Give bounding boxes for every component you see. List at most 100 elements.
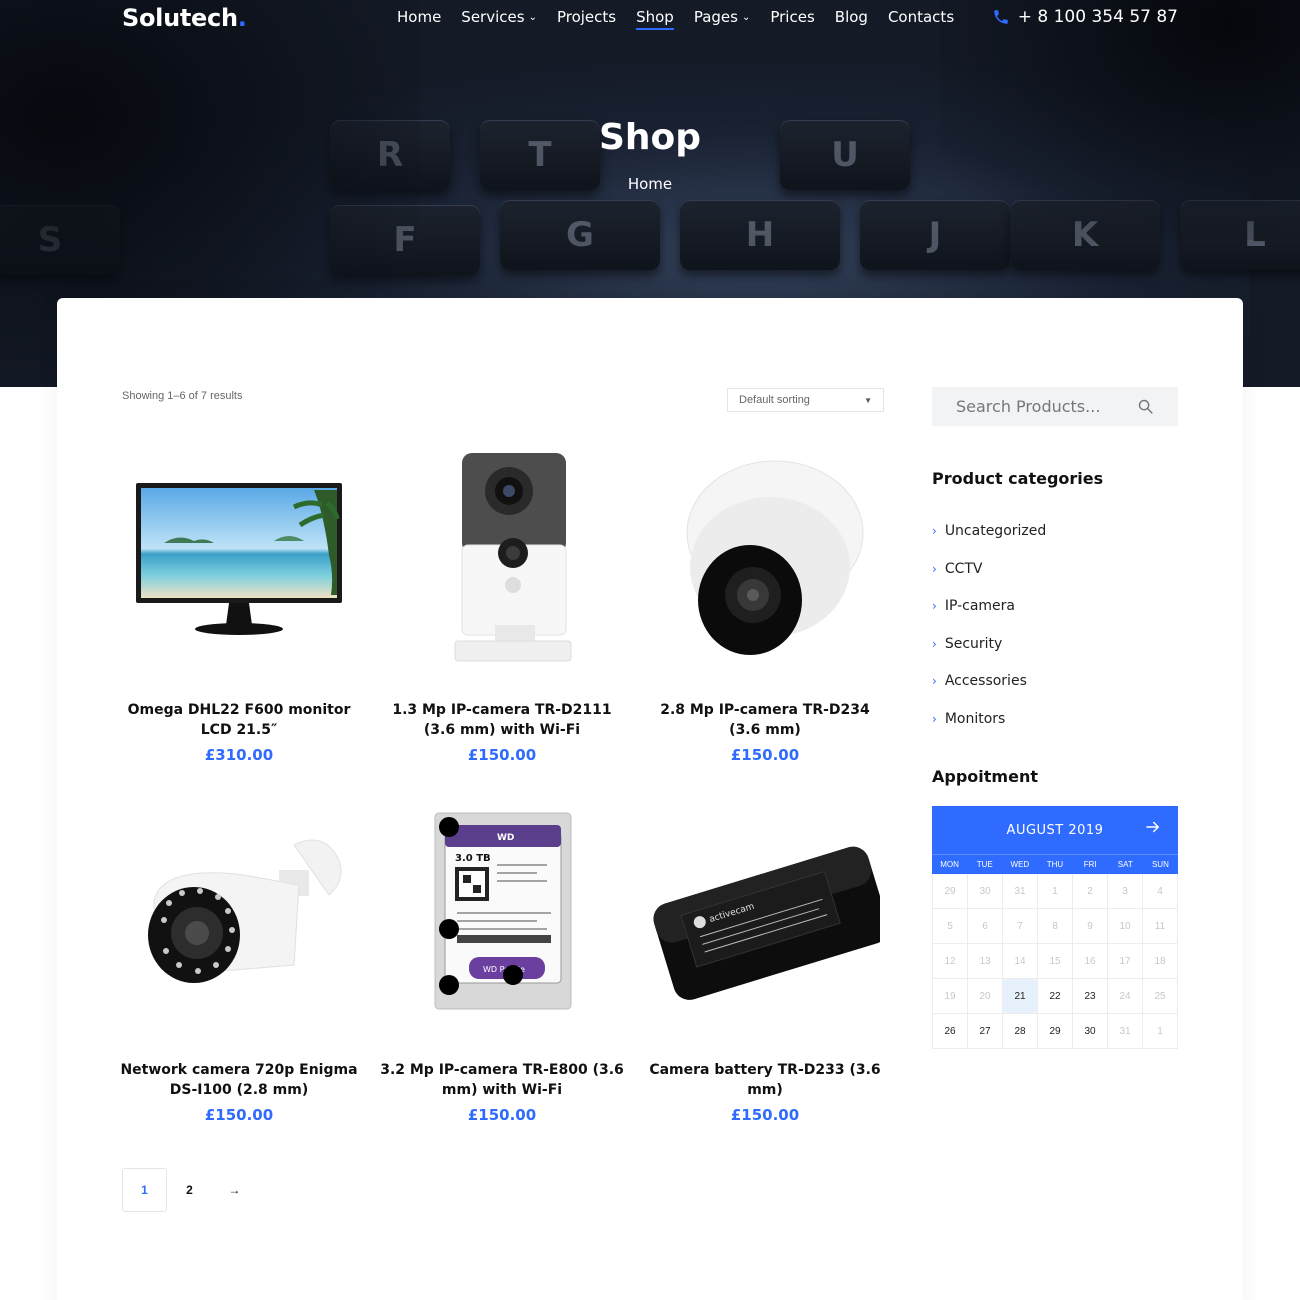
categories-heading: Product categories bbox=[932, 469, 1104, 488]
product-name[interactable]: 1.3 Mp IP-camera TR-D2111 (3.6 mm) with … bbox=[370, 700, 634, 740]
chevron-right-icon: › bbox=[932, 524, 937, 538]
chevron-right-icon: › bbox=[932, 636, 937, 651]
nav-services[interactable]: Services ⌄ bbox=[461, 8, 537, 30]
calendar-day: 29 bbox=[933, 874, 968, 909]
nav-label: Blog bbox=[834, 8, 868, 26]
nav-label: Prices bbox=[770, 8, 815, 26]
product-name[interactable]: 2.8 Mp IP-camera TR-D234 (3.6 mm) bbox=[633, 700, 897, 740]
phone-contact[interactable]: + 8 100 354 57 87 bbox=[992, 7, 1178, 27]
sort-select-value: Default sorting bbox=[739, 394, 810, 406]
product-search[interactable]: Search Products... bbox=[932, 387, 1178, 426]
chevron-right-icon: › bbox=[932, 561, 937, 576]
category-label: IP-camera bbox=[944, 598, 1015, 615]
product-card[interactable]: 2.8 Mp IP-camera TR-D234 (3.6 mm) £150.00 bbox=[633, 445, 897, 764]
product-price: £150.00 bbox=[730, 1106, 800, 1124]
calendar-day: 2 bbox=[1073, 874, 1108, 909]
calendar-day[interactable]: 26 bbox=[933, 1014, 968, 1049]
category-item-accessories[interactable]: › Accessories bbox=[932, 662, 1046, 700]
calendar-day: 31 bbox=[1003, 874, 1038, 909]
calendar-day: 6 bbox=[968, 909, 1003, 944]
calendar-day: 12 bbox=[933, 944, 968, 979]
calendar-day[interactable]: 28 bbox=[1003, 1014, 1038, 1049]
nav-shop[interactable]: Shop bbox=[636, 8, 674, 30]
calendar-day-today[interactable]: 21 bbox=[1003, 979, 1038, 1014]
sort-select[interactable]: Default sorting ▼ bbox=[727, 388, 884, 412]
calendar-month: AUGUST 2019 bbox=[1006, 822, 1104, 838]
search-input[interactable]: Search Products... bbox=[956, 397, 1100, 416]
pagination: 1 2 → bbox=[122, 1168, 257, 1212]
category-item-monitors[interactable]: › Monitors bbox=[932, 700, 1046, 738]
category-item-uncategorized[interactable]: › Uncategorized bbox=[932, 512, 1046, 550]
calendar-day: 5 bbox=[933, 909, 968, 944]
product-image-cube-camera[interactable] bbox=[370, 445, 634, 675]
calendar-day: 25 bbox=[1143, 979, 1178, 1014]
calendar-day: 4 bbox=[1143, 874, 1178, 909]
product-price: £310.00 bbox=[204, 746, 274, 764]
chevron-right-icon: › bbox=[932, 712, 937, 727]
calendar-day: 24 bbox=[1108, 979, 1143, 1014]
nav-projects[interactable]: Projects bbox=[557, 8, 616, 30]
product-name[interactable]: Omega DHL22 F600 monitor LCD 21.5″ bbox=[107, 700, 371, 740]
calendar-day: 8 bbox=[1038, 909, 1073, 944]
nav-home[interactable]: Home bbox=[397, 8, 441, 30]
page-title: Shop bbox=[598, 117, 702, 158]
dropdown-arrow-icon: ▼ bbox=[864, 395, 872, 405]
nav-prices[interactable]: Prices bbox=[770, 8, 814, 30]
category-label: Uncategorized bbox=[944, 523, 1047, 539]
search-icon[interactable] bbox=[1137, 398, 1154, 415]
calendar-day[interactable]: 29 bbox=[1038, 1014, 1073, 1049]
keyboard-key: H bbox=[680, 200, 840, 270]
product-name[interactable]: Network camera 720p Enigma DS-I100 (2.8 … bbox=[107, 1060, 371, 1100]
pagination-next-arrow-icon[interactable]: → bbox=[212, 1168, 257, 1212]
site-logo[interactable]: Solutech. bbox=[122, 4, 247, 32]
weekday-label: MON bbox=[940, 860, 959, 869]
calendar-day: 30 bbox=[968, 874, 1003, 909]
calendar-heading: Appoitment bbox=[932, 767, 1038, 786]
calendar-day[interactable]: 27 bbox=[968, 1014, 1003, 1049]
next-month-arrow-icon[interactable] bbox=[1144, 818, 1162, 836]
chevron-right-icon: › bbox=[932, 674, 937, 689]
product-card[interactable]: Network camera 720p Enigma DS-I100 (2.8 … bbox=[107, 805, 371, 1124]
product-card[interactable]: activecam Camera battery TR-D233 (3.6 mm… bbox=[633, 805, 897, 1124]
calendar-day[interactable]: 30 bbox=[1073, 1014, 1108, 1049]
nav-label: Home bbox=[397, 8, 442, 26]
pagination-page-1[interactable]: 1 bbox=[122, 1168, 167, 1212]
category-item-ip-camera[interactable]: › IP-camera bbox=[932, 587, 1046, 625]
calendar-day: 10 bbox=[1108, 909, 1143, 944]
product-card[interactable]: WD 3.0 TB WD Purple 3.2 Mp IP-camera TR-… bbox=[370, 805, 634, 1124]
product-image-hard-drive[interactable]: WD 3.0 TB WD Purple bbox=[370, 805, 634, 1035]
calendar-day[interactable]: 23 bbox=[1073, 979, 1108, 1014]
appointment-calendar: AUGUST 2019 MON TUE WED THU FRI SAT SUN 29 30 31… bbox=[932, 806, 1178, 1049]
product-price: £150.00 bbox=[204, 1106, 274, 1124]
product-image-power-adapter[interactable]: activecam bbox=[633, 805, 897, 1035]
product-image-monitor[interactable] bbox=[107, 445, 371, 675]
category-item-cctv[interactable]: › CCTV bbox=[932, 550, 1046, 588]
nav-blog[interactable]: Blog bbox=[835, 8, 868, 30]
nav-contacts[interactable]: Contacts bbox=[888, 8, 954, 30]
category-item-security[interactable]: › Security bbox=[932, 625, 1046, 663]
weekday-label: FRI bbox=[1083, 860, 1097, 869]
calendar-day: 31 bbox=[1108, 1014, 1143, 1049]
calendar-day[interactable]: 22 bbox=[1038, 979, 1073, 1014]
calendar-weekdays: MON TUE WED THU FRI SAT SUN bbox=[932, 854, 1178, 874]
product-image-dome-camera[interactable] bbox=[633, 445, 897, 675]
top-navigation-bar: Solutech. Home Services ⌄ Projects Shop Pages… bbox=[0, 0, 1300, 40]
product-name[interactable]: Camera battery TR-D233 (3.6 mm) bbox=[633, 1060, 897, 1100]
product-price: £150.00 bbox=[730, 746, 800, 764]
svg-text:3.0 TB: 3.0 TB bbox=[455, 853, 491, 864]
calendar-day: 20 bbox=[968, 979, 1003, 1014]
phone-icon bbox=[994, 10, 1008, 24]
calendar-day: 17 bbox=[1108, 944, 1143, 979]
weekday-label: TUE bbox=[976, 860, 993, 869]
chevron-right-icon: › bbox=[932, 599, 937, 614]
nav-label: Services bbox=[461, 8, 525, 26]
weekday-label: SUN bbox=[1151, 860, 1169, 869]
product-card[interactable]: 1.3 Mp IP-camera TR-D2111 (3.6 mm) with … bbox=[370, 445, 634, 764]
breadcrumb[interactable]: Home bbox=[0, 175, 1300, 193]
pagination-page-2[interactable]: 2 bbox=[167, 1168, 212, 1212]
product-image-bullet-camera[interactable] bbox=[107, 805, 371, 1035]
nav-pages[interactable]: Pages ⌄ bbox=[694, 8, 751, 30]
product-card[interactable]: Omega DHL22 F600 monitor LCD 21.5″ £310.0… bbox=[107, 445, 371, 764]
calendar-day: 1 bbox=[1143, 1014, 1178, 1049]
product-name[interactable]: 3.2 Mp IP-camera TR-E800 (3.6 mm) with W… bbox=[370, 1060, 634, 1100]
